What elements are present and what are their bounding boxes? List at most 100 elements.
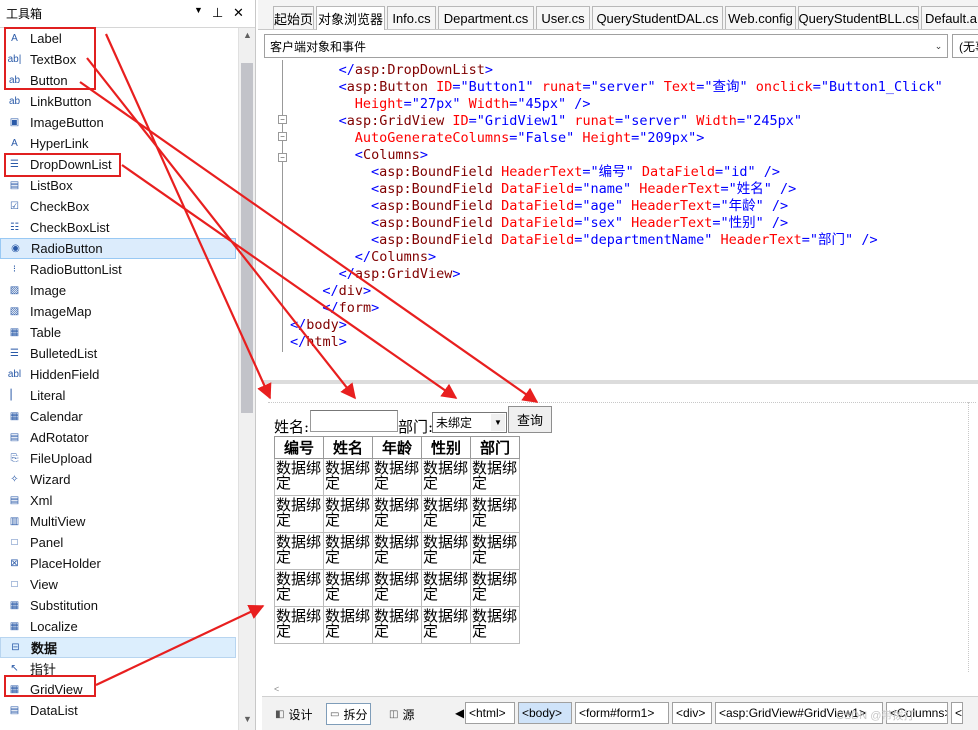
- toolbox-dropdown-icon[interactable]: ▼: [194, 5, 203, 15]
- tab-对象浏览器[interactable]: 对象浏览器: [316, 6, 385, 30]
- toolbox-item-localize[interactable]: ▦ Localize: [0, 616, 236, 637]
- student-gridview[interactable]: 编号 姓名 年龄 性别 部门 数据绑定 数据绑定 数据绑定 数据绑定 数据绑定 数据绑定 数据绑定数…: [274, 436, 520, 644]
- code-token: <: [371, 164, 380, 180]
- radiobutton-icon: ◉: [11, 243, 20, 254]
- multiview-icon: ▥: [9, 516, 20, 527]
- toolbox-item-literal[interactable]: ▏ Literal: [0, 385, 236, 406]
- toolbox-item-imagemap[interactable]: ▧ ImageMap: [0, 301, 236, 322]
- breadcrumb-item[interactable]: <: [951, 702, 963, 724]
- toolbox-item-wizard[interactable]: ✧ Wizard: [0, 469, 236, 490]
- breadcrumb-item[interactable]: <div>: [672, 702, 712, 724]
- fold-toggle-icon[interactable]: −: [278, 115, 287, 124]
- toolbox-item-数据[interactable]: ⊟ 数据: [0, 637, 236, 658]
- toolbox-item-substitution[interactable]: ▦ Substitution: [0, 595, 236, 616]
- grid-header-cell: 性别: [421, 436, 471, 459]
- toolbox-item-radiobutton[interactable]: ◉ RadioButton: [0, 238, 236, 259]
- code-token: ="27px": [403, 96, 461, 112]
- code-token: HeaderText: [631, 181, 721, 197]
- toolbox-scrollbar[interactable]: ▲ ▼: [238, 28, 255, 730]
- pin-icon[interactable]: ⊥: [212, 5, 223, 21]
- scroll-down-icon[interactable]: ▼: [239, 714, 256, 724]
- split-view-button[interactable]: ▭ 拆分: [326, 703, 372, 725]
- close-icon[interactable]: ✕: [233, 5, 244, 21]
- code-token: <: [371, 181, 380, 197]
- tab-web-config[interactable]: Web.config: [725, 6, 796, 29]
- code-token: div: [338, 283, 364, 299]
- pointer-icon: ↖: [10, 663, 19, 674]
- code-token: asp:Button: [346, 79, 429, 95]
- toolbox-item-label: Literal: [30, 388, 66, 403]
- code-token: ="age": [574, 198, 623, 214]
- toolbox-item-checkbox[interactable]: ☑ CheckBox: [0, 196, 236, 217]
- toolbox-item-label: Panel: [30, 535, 64, 550]
- toolbox-item-listbox[interactable]: ▤ ListBox: [0, 175, 236, 196]
- code-line: <asp:BoundField DataField="sex" HeaderTe…: [371, 215, 788, 232]
- toolbox-item-imagebutton[interactable]: ▣ ImageButton: [0, 112, 236, 133]
- chevron-down-icon[interactable]: ▼: [491, 414, 505, 431]
- scroll-left-icon[interactable]: <: [274, 684, 279, 694]
- toolbox-item-xml[interactable]: ▤ Xml: [0, 490, 236, 511]
- toolbox-item-table[interactable]: ▦ Table: [0, 322, 236, 343]
- source-view-button[interactable]: ◫ 源: [386, 703, 417, 725]
- toolbox-item-panel[interactable]: □ Panel: [0, 532, 236, 553]
- toolbox-item-hiddenfield[interactable]: abl HiddenField: [0, 364, 236, 385]
- tab-起始页[interactable]: 起始页: [273, 6, 314, 29]
- department-dropdown[interactable]: 未绑定 ▼: [432, 412, 507, 433]
- grid-body: 数据绑定 数据绑定 数据绑定 数据绑定 数据绑定 数据绑定 数据绑定 数据绑定 数据绑定 数据绑定…: [274, 458, 520, 644]
- code-token: ID: [428, 79, 453, 95]
- scroll-up-icon[interactable]: ▲: [239, 30, 256, 40]
- tab-querystudentdal-cs[interactable]: QueryStudentDAL.cs: [592, 6, 723, 29]
- toolbox-item-label: HyperLink: [30, 136, 89, 151]
- grid-cell: 数据绑定: [470, 495, 520, 533]
- code-token: AutoGenerateColumns: [354, 130, 510, 146]
- toolbox-item-adrotator[interactable]: ▤ AdRotator: [0, 427, 236, 448]
- code-token: >: [363, 283, 372, 299]
- table-row: 数据绑定 数据绑定 数据绑定 数据绑定 数据绑定: [274, 569, 520, 607]
- code-token: </: [322, 300, 339, 316]
- code-editor[interactable]: − − − </asp:DropDownList> <asp:Button ID=…: [262, 60, 978, 380]
- toolbox-item-datalist[interactable]: ▤ DataList: [0, 700, 236, 721]
- tab-user-cs[interactable]: User.cs: [536, 6, 590, 29]
- toolbox-item-multiview[interactable]: ▥ MultiView: [0, 511, 236, 532]
- tab-querystudentbll-cs[interactable]: QueryStudentBLL.cs: [798, 6, 919, 29]
- linkbutton-icon: ab: [8, 96, 21, 107]
- breadcrumb-item[interactable]: <form#form1>: [575, 702, 669, 724]
- query-button[interactable]: 查询: [508, 406, 552, 433]
- view-icon: □: [11, 579, 18, 590]
- grid-cell: 数据绑定: [421, 495, 471, 533]
- name-textbox[interactable]: [310, 410, 398, 432]
- toolbox-item-placeholder[interactable]: ⊠ PlaceHolder: [0, 553, 236, 574]
- fold-toggle-icon[interactable]: −: [278, 132, 287, 141]
- toolbox-item-calendar[interactable]: ▦ Calendar: [0, 406, 236, 427]
- toolbox-item-checkboxlist[interactable]: ☷ CheckBoxList: [0, 217, 236, 238]
- toolbox-item-radiobuttonlist[interactable]: ⁝ RadioButtonList: [0, 259, 236, 280]
- grid-cell: 数据绑定: [470, 606, 520, 644]
- grid-cell: 数据绑定: [274, 532, 324, 570]
- toolbox-item-hyperlink[interactable]: A HyperLink: [0, 133, 236, 154]
- toolbox-item-fileupload[interactable]: ⎘ FileUpload: [0, 448, 236, 469]
- breadcrumb-item[interactable]: <body>: [518, 702, 572, 724]
- object-select[interactable]: 客户端对象和事件 ⌄: [264, 34, 948, 58]
- code-token: >: [371, 300, 380, 316]
- tab-department-cs[interactable]: Department.cs: [438, 6, 534, 29]
- toolbox-item-label: Substitution: [30, 598, 98, 613]
- toolbox-item-linkbutton[interactable]: ab LinkButton: [0, 91, 236, 112]
- code-token: asp:BoundField: [379, 164, 493, 180]
- tab-info-cs[interactable]: Info.cs: [387, 6, 436, 29]
- grid-cell: 数据绑定: [372, 458, 422, 496]
- toolbox-item-bulletedlist[interactable]: ☰ BulletedList: [0, 343, 236, 364]
- breadcrumb-scroll-left-icon[interactable]: ◀: [452, 702, 464, 724]
- toolbox-item-label: Xml: [30, 493, 53, 508]
- name-label: 姓名:: [274, 418, 310, 436]
- fold-toggle-icon[interactable]: −: [278, 153, 287, 162]
- design-view-button[interactable]: ◧ 设计: [272, 703, 315, 725]
- code-token: asp:BoundField: [379, 232, 493, 248]
- chevron-down-icon[interactable]: ⌄: [930, 35, 947, 57]
- breadcrumb-item[interactable]: <html>: [465, 702, 515, 724]
- event-select[interactable]: (无事: [952, 34, 978, 58]
- scroll-thumb[interactable]: [241, 63, 253, 413]
- toolbox-item-view[interactable]: □ View: [0, 574, 236, 595]
- tab-default-a[interactable]: Default.a: [921, 6, 978, 29]
- toolbox-item-image[interactable]: ▨ Image: [0, 280, 236, 301]
- code-token: ="部门": [801, 232, 854, 248]
